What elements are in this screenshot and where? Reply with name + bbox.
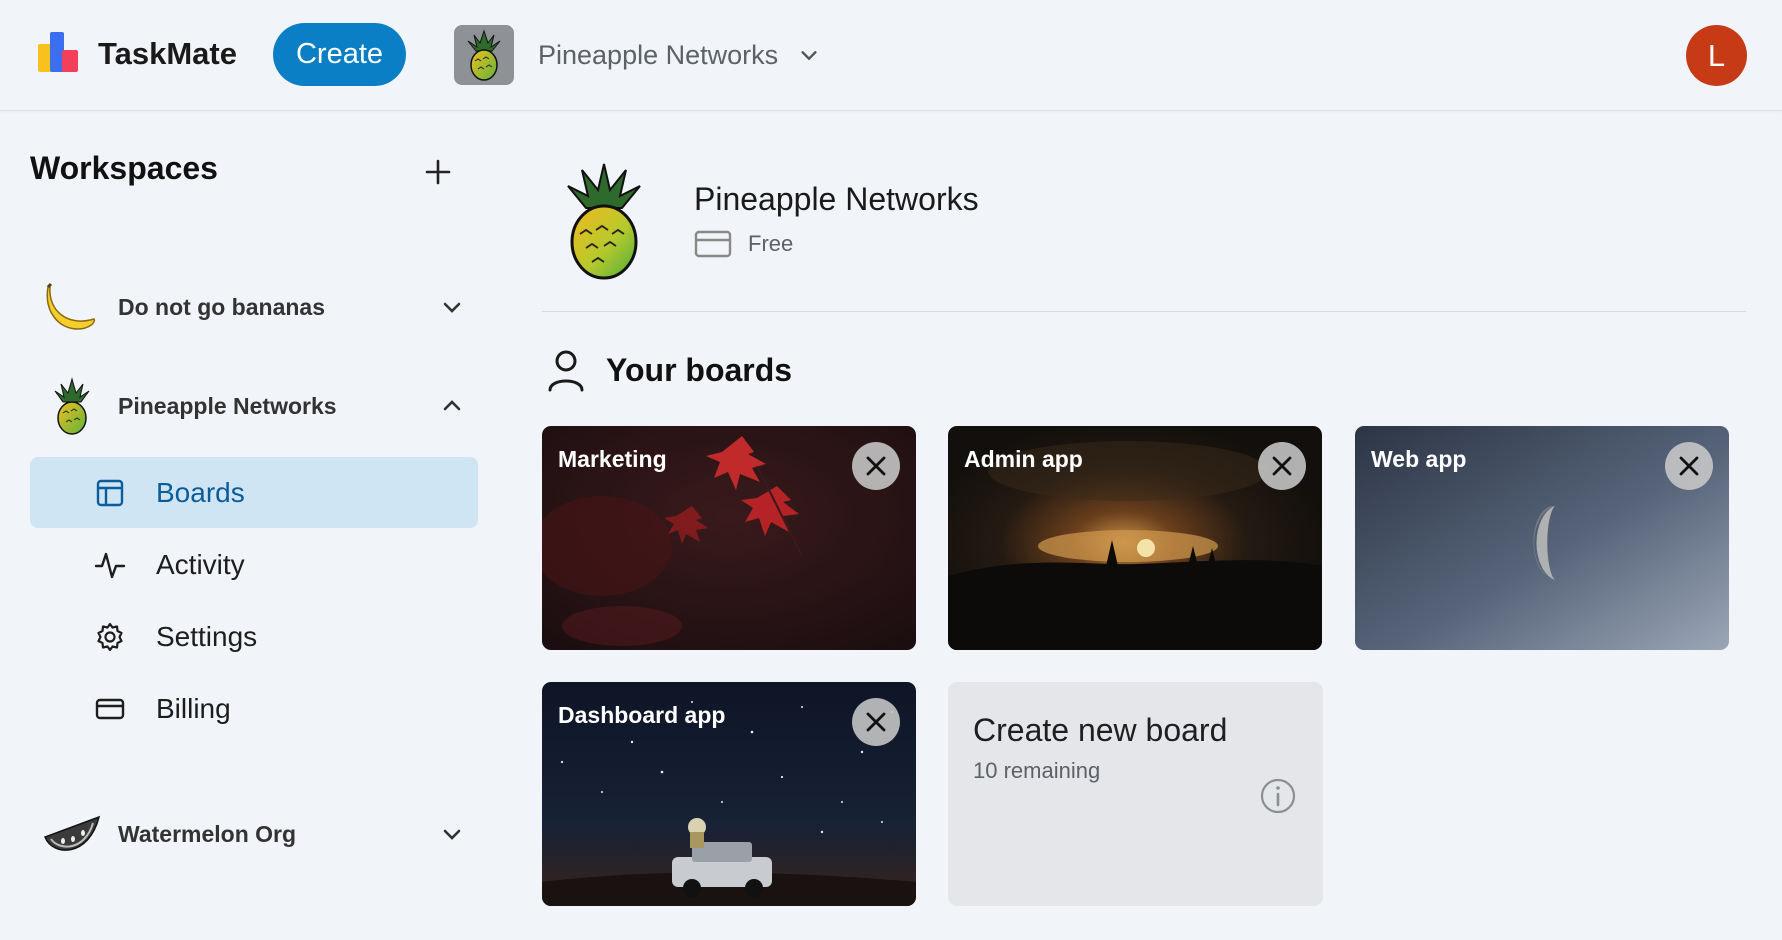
divider [542, 311, 1746, 312]
user-avatar[interactable]: L [1686, 25, 1747, 86]
taskmate-logo[interactable] [36, 30, 82, 76]
settings-icon [97, 622, 123, 651]
create-board-title: Create new board [973, 712, 1228, 748]
sidebar-title: Workspaces [30, 150, 218, 186]
boards-icon [96, 479, 124, 506]
pineapple-icon [454, 25, 514, 85]
banana-icon [42, 277, 102, 337]
sidebar-workspace-label: Do not go bananas [118, 293, 325, 320]
billing-icon [95, 698, 125, 719]
app-name: TaskMate [98, 36, 237, 71]
boards-remaining: 10 remaining [973, 758, 1101, 783]
sidebar-workspace-pineapple[interactable]: Pineapple Networks [42, 376, 482, 436]
pineapple-icon [42, 376, 102, 436]
info-icon[interactable] [1259, 777, 1297, 815]
user-icon [548, 350, 584, 392]
chevron-down-icon [801, 51, 817, 61]
chevron-up-icon[interactable] [440, 394, 464, 418]
workspace-switcher[interactable]: Pineapple Networks [454, 25, 820, 85]
nav-billing[interactable]: Billing [30, 673, 478, 744]
watermelon-icon [42, 804, 102, 864]
section-title: Your boards [606, 352, 793, 388]
credit-card-icon [694, 230, 732, 258]
chevron-down-icon[interactable] [440, 295, 464, 319]
nav-activity[interactable]: Activity [30, 529, 478, 600]
nav-label: Settings [156, 620, 258, 652]
plan-label: Free [748, 231, 794, 256]
pineapple-icon [567, 163, 641, 280]
board-name: Dashboard app [558, 702, 726, 728]
create-button[interactable]: Create [273, 23, 406, 86]
board-card-dashboard-app[interactable]: Dashboard app [542, 682, 916, 906]
sidebar-workspace-watermelon[interactable]: Watermelon Org [42, 804, 482, 864]
top-bar: TaskMate Create Pineapple Networks L [0, 0, 1782, 111]
nav-label: Activity [156, 548, 245, 580]
board-card-marketing[interactable]: Marketing [542, 426, 916, 650]
close-icon[interactable] [1665, 442, 1713, 490]
board-name: Web app [1371, 446, 1467, 472]
workspace-switcher-label: Pineapple Networks [538, 39, 779, 70]
sidebar-workspace-bananas[interactable]: Do not go bananas [42, 277, 482, 337]
close-icon[interactable] [1258, 442, 1306, 490]
nav-label: Billing [156, 692, 231, 724]
workspace-title: Pineapple Networks [694, 181, 979, 217]
close-icon[interactable] [852, 442, 900, 490]
board-name: Admin app [964, 446, 1083, 472]
nav-label: Boards [156, 476, 245, 508]
nav-settings[interactable]: Settings [30, 601, 478, 672]
sidebar-workspace-label: Pineapple Networks [118, 392, 337, 419]
chevron-down-icon[interactable] [440, 822, 464, 846]
plan-badge: Free [694, 229, 793, 259]
nav-boards[interactable]: Boards [30, 457, 478, 528]
close-icon[interactable] [852, 698, 900, 746]
board-card-web-app[interactable]: Web app [1355, 426, 1729, 650]
board-name: Marketing [558, 446, 667, 472]
activity-icon [94, 552, 126, 578]
create-new-board-card[interactable]: Create new board 10 remaining [948, 682, 1323, 906]
sidebar-workspace-label: Watermelon Org [118, 820, 297, 847]
board-card-admin-app[interactable]: Admin app [948, 426, 1322, 650]
add-workspace-icon[interactable] [424, 158, 452, 186]
